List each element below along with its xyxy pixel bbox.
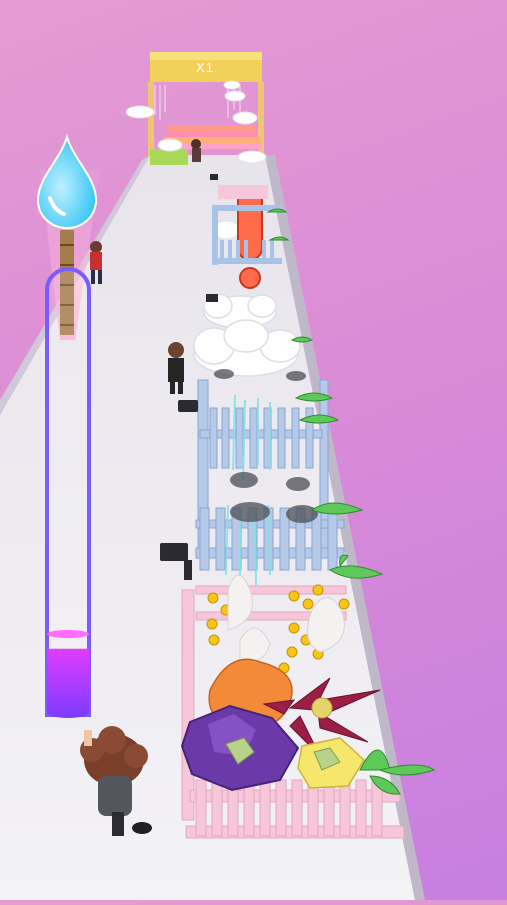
game-scene: X1 <box>0 0 507 900</box>
npc-runner-far <box>191 139 201 162</box>
water-meter <box>45 267 91 718</box>
game-world <box>0 52 436 900</box>
meter-fill <box>47 648 89 718</box>
fence-pink-far <box>218 185 268 199</box>
multiplier-label: X1 <box>196 60 214 75</box>
exclamation-icon <box>237 187 263 289</box>
water-drop-icon <box>36 133 98 230</box>
meter-tube <box>45 267 91 717</box>
